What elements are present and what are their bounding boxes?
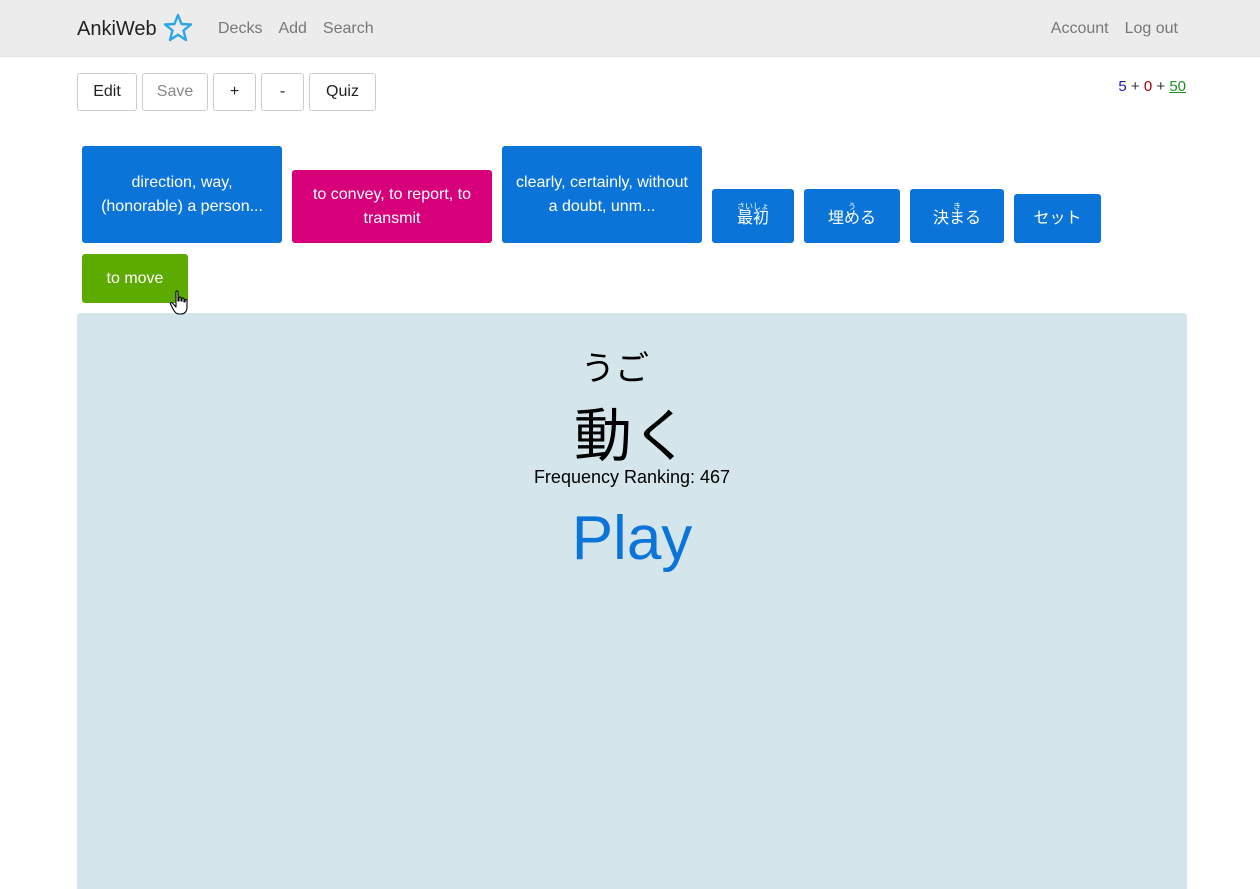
card-reading: さいしょ (736, 201, 769, 211)
due-count[interactable]: 50 (1169, 78, 1186, 95)
nav-right: Account Log out (1051, 20, 1178, 38)
card-label: to move (106, 269, 164, 287)
play-audio-link[interactable]: Play (77, 503, 1187, 574)
card-tile[interactable]: to convey, to report, to transmit (292, 170, 492, 243)
card-tile[interactable]: direction, way, (honorable) a person... (82, 146, 282, 243)
card-label: 決まるき (932, 201, 981, 227)
card-label: 埋めるう (827, 201, 876, 227)
save-button[interactable]: Save (142, 73, 208, 111)
count-separator: + (1156, 78, 1166, 95)
card-label: clearly, certainly, without a doubt, unm… (516, 173, 688, 215)
edit-button[interactable]: Edit (77, 73, 137, 111)
navbar: AnkiWeb Decks Add Search Account Log out (0, 0, 1260, 57)
card-reading: き (932, 201, 981, 211)
card-label: direction, way, (honorable) a person... (101, 173, 263, 215)
nav-search[interactable]: Search (323, 20, 374, 38)
card-tile[interactable]: 決まるき (910, 189, 1004, 243)
word-reading: うご (581, 349, 649, 389)
nav-links: Decks Add Search (218, 20, 374, 38)
nav-add[interactable]: Add (278, 20, 306, 38)
card-detail-panel: うご 動く Frequency Ranking: 467 Play (77, 313, 1187, 889)
learn-count: 0 (1143, 78, 1153, 95)
card-tile[interactable]: 埋めるう (804, 189, 900, 243)
brand[interactable]: AnkiWeb (77, 12, 195, 46)
card-label: 最初さいしょ (736, 201, 769, 227)
add-button[interactable]: + (213, 73, 256, 111)
hand-cursor-icon (169, 290, 188, 315)
quiz-button[interactable]: Quiz (309, 73, 376, 111)
brand-name: AnkiWeb (77, 17, 157, 40)
card-tile[interactable]: clearly, certainly, without a doubt, unm… (502, 146, 702, 243)
card-tile[interactable]: 最初さいしょ (712, 189, 794, 243)
word-text: 動く (573, 402, 690, 470)
nav-logout[interactable]: Log out (1125, 20, 1178, 38)
remove-button[interactable]: - (261, 73, 304, 111)
card-reading: う (827, 201, 876, 211)
anki-star-icon (163, 13, 192, 42)
new-count: 5 (1118, 78, 1127, 95)
nav-decks[interactable]: Decks (218, 20, 262, 38)
frequency-ranking: Frequency Ranking: 467 (533, 467, 731, 487)
review-counts: 5 + 0 + 50 (1118, 78, 1186, 95)
card-tile[interactable]: セット (1014, 194, 1101, 243)
card-label: セット (1033, 209, 1082, 227)
toolbar: Edit Save + - Quiz (77, 73, 376, 111)
card-label: to convey, to report, to transmit (312, 185, 471, 227)
count-separator: + (1130, 78, 1140, 95)
nav-account[interactable]: Account (1051, 20, 1109, 38)
